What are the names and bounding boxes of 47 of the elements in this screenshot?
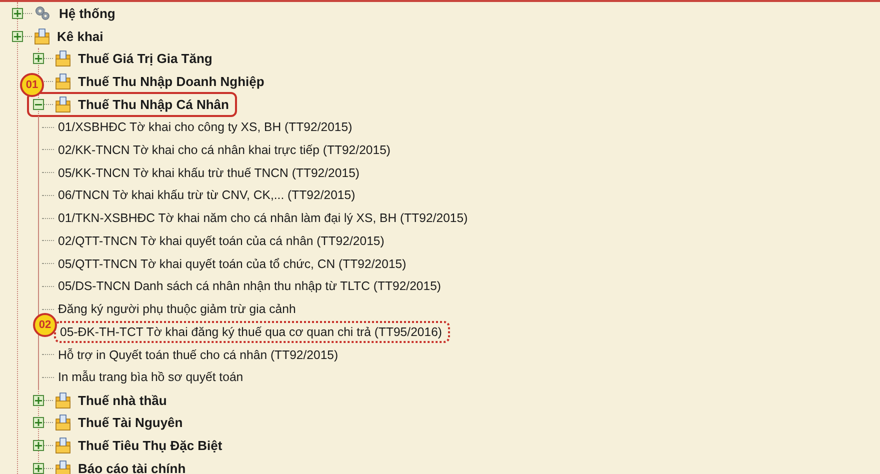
folder-icon xyxy=(55,50,71,68)
plus-icon xyxy=(35,442,42,450)
folder-icon xyxy=(55,392,71,409)
tree-item[interactable]: 05-ĐK-TH-TCT Tờ khai đăng ký thuế qua cơ quan chi trả (TT95/2016) xyxy=(60,324,442,339)
folder-icon xyxy=(55,73,71,90)
tree-item[interactable]: 01/TKN-XSBHĐC Tờ khai năm cho cá nhân làm đại lý XS, BH (TT92/2015) xyxy=(58,211,468,226)
plus-icon xyxy=(35,396,42,404)
tree-item[interactable]: Hỗ trợ in Quyết toán thuế cho cá nhân (TT92/2015) xyxy=(58,348,338,362)
folder-icon xyxy=(34,28,50,45)
tree-folder[interactable]: Thuế Tài Nguyên xyxy=(78,415,183,430)
tree-folder[interactable]: Thuế Thu Nhập Cá Nhân xyxy=(78,96,229,112)
tree-folder[interactable]: Báo cáo tài chính xyxy=(78,460,186,474)
step-badge: 02 xyxy=(33,312,57,336)
plus-icon xyxy=(35,419,42,426)
tree-item[interactable]: Đăng ký người phụ thuộc giảm trừ gia cảnh xyxy=(58,302,296,316)
tree-folder[interactable]: Thuế nhà thầu xyxy=(78,392,167,408)
expander-toggle[interactable] xyxy=(33,98,44,110)
expander-toggle[interactable] xyxy=(12,8,23,19)
expander-toggle[interactable] xyxy=(33,417,44,428)
tree-item[interactable]: In mẫu trang bìa hồ sơ quyết toán xyxy=(58,370,244,384)
plus-icon xyxy=(14,10,21,17)
tree-folder[interactable]: Thuế Thu Nhập Doanh Nghiệp xyxy=(78,74,264,90)
folder-icon xyxy=(55,96,71,113)
tree-item[interactable]: 06/TNCN Tờ khai khấu trừ từ CNV, CK,... (TT92/2015) xyxy=(58,188,356,202)
tree-item[interactable]: 01/XSBHĐC Tờ khai cho công ty XS, BH (TT92/2015) xyxy=(58,120,352,134)
plus-icon xyxy=(14,32,21,40)
expander-toggle[interactable] xyxy=(33,53,44,64)
tree-folder[interactable]: Hệ thống xyxy=(59,6,116,21)
gears-icon xyxy=(34,5,50,22)
step-badge: 01 xyxy=(20,73,44,97)
tree-item[interactable]: 02/QTT-TNCN Tờ khai quyết toán của cá nhân (TT92/2015) xyxy=(58,234,384,248)
expander-toggle[interactable] xyxy=(33,440,44,452)
tree-item[interactable]: 05/KK-TNCN Tờ khai khấu trừ thuế TNCN (TT92/2015) xyxy=(58,166,360,180)
tree-item[interactable]: 05/QTT-TNCN Tờ khai quyết toán của tổ chức, CN (TT92/2015) xyxy=(58,256,406,271)
folder-icon xyxy=(55,437,71,454)
folder-icon xyxy=(55,414,71,432)
expander-toggle[interactable] xyxy=(12,30,23,42)
folder-icon xyxy=(55,460,71,474)
plus-icon xyxy=(35,55,42,62)
tree-folder[interactable]: Thuế Giá Trị Gia Tăng xyxy=(78,51,212,66)
tree-item[interactable]: 02/KK-TNCN Tờ khai cho cá nhân khai trực tiếp (TT92/2015) xyxy=(58,142,391,157)
tree-item[interactable]: 05/DS-TNCN Danh sách cá nhân nhận thu nhập từ TLTC (TT92/2015) xyxy=(58,279,442,294)
plus-icon xyxy=(35,464,42,472)
tree-folder[interactable]: Thuế Tiêu Thụ Đặc Biệt xyxy=(78,438,222,454)
expander-toggle[interactable] xyxy=(33,462,44,474)
tree-folder[interactable]: Kê khai xyxy=(57,28,104,44)
expander-toggle[interactable] xyxy=(33,394,44,406)
